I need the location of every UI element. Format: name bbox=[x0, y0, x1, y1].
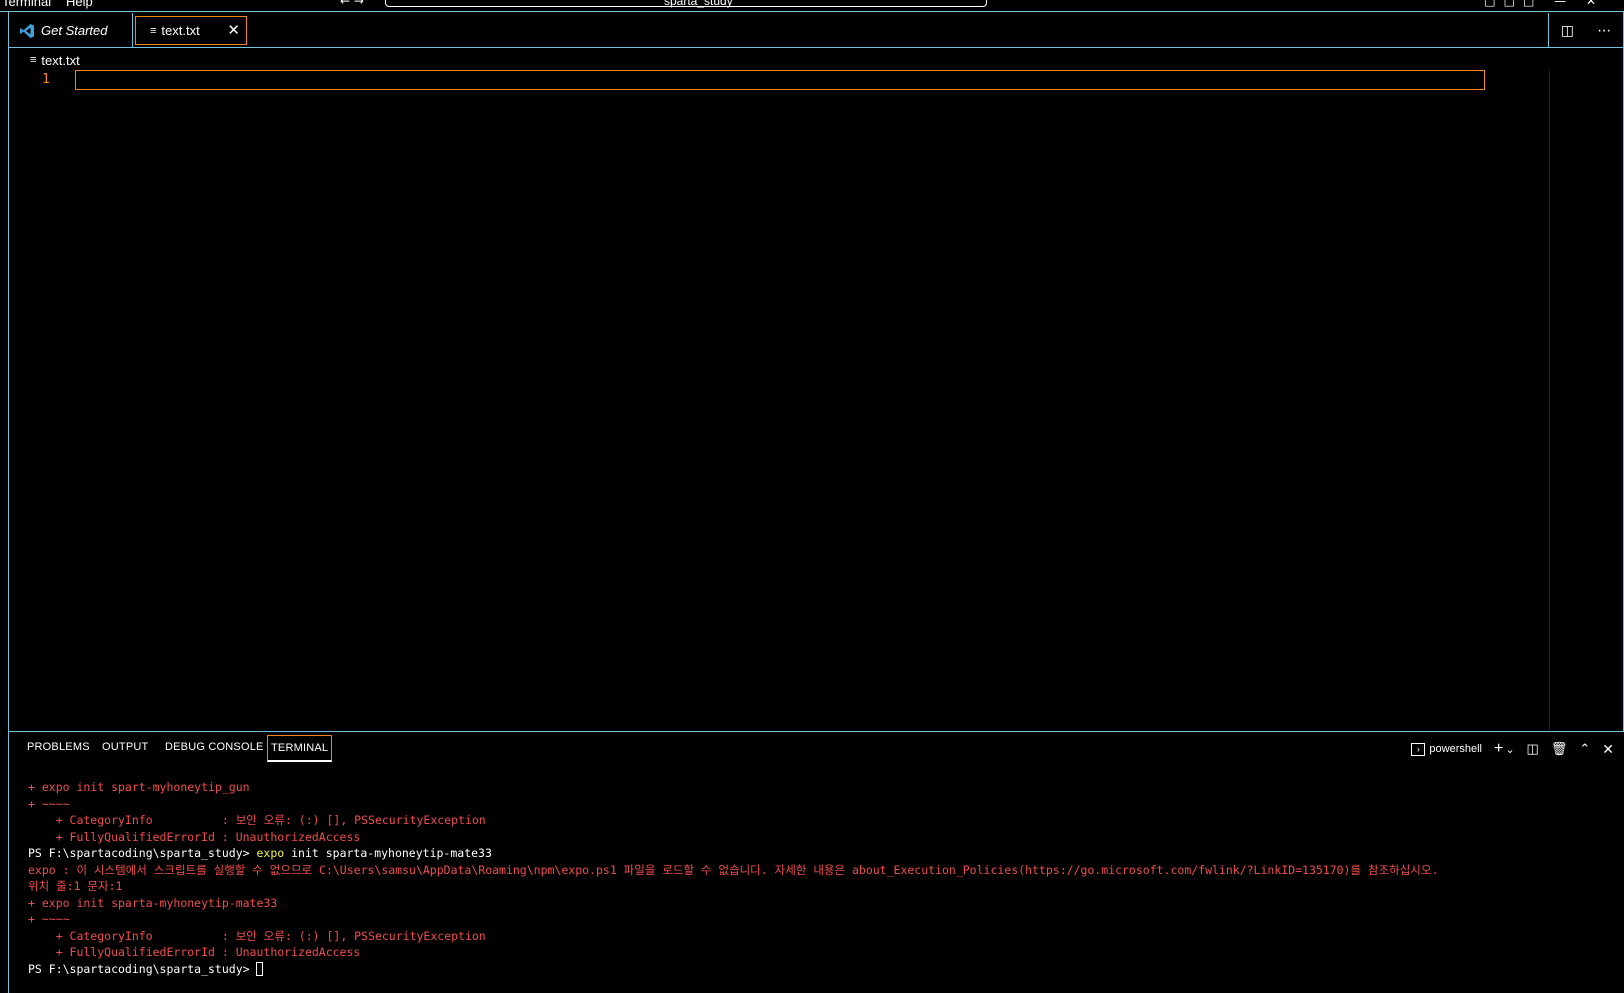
terminal-line: expo : 이 시스템에서 스크립트를 실행할 수 없으므로 C:\Users… bbox=[28, 862, 1439, 877]
menu-help[interactable]: Help bbox=[66, 0, 93, 9]
editor-actions: ◫ ⋯ bbox=[1548, 13, 1623, 48]
editor-area[interactable]: 1 bbox=[9, 70, 1623, 730]
command-center-label: sparta_study bbox=[664, 0, 733, 8]
current-line-highlight[interactable] bbox=[75, 70, 1485, 90]
vscode-logo-icon bbox=[20, 23, 34, 38]
close-panel-icon[interactable]: ✕ bbox=[1602, 741, 1614, 758]
terminal-output[interactable]: + expo init spart-myhoneytip_gun + ~~~~ +… bbox=[28, 779, 1618, 977]
terminal-line: PS F:\spartacoding\sparta_study> expo in… bbox=[28, 845, 1618, 862]
terminal-actions: › powershell + ⌄ ◫ 🗑 ⌃ ✕ bbox=[1411, 738, 1614, 760]
split-terminal-icon[interactable]: ◫ bbox=[1527, 741, 1539, 757]
terminal-prompt: PS F:\spartacoding\sparta_study> bbox=[28, 961, 257, 976]
terminal-line: + expo init sparta-myhoneytip-mate33 bbox=[28, 895, 278, 910]
menu-terminal[interactable]: Terminal bbox=[2, 0, 51, 9]
tab-output[interactable]: OUTPUT bbox=[102, 741, 148, 753]
terminal-args: init sparta-myhoneytip-mate33 bbox=[284, 846, 492, 860]
minimap-edge bbox=[1549, 70, 1550, 730]
breadcrumb[interactable]: ≡ text.txt bbox=[30, 50, 80, 70]
tab-debug-console[interactable]: DEBUG CONSOLE bbox=[165, 741, 264, 753]
split-editor-icon[interactable]: ◫ bbox=[1561, 23, 1574, 39]
terminal-line: + expo init spart-myhoneytip_gun bbox=[28, 780, 250, 794]
line-number: 1 bbox=[42, 72, 50, 87]
chevron-down-icon[interactable]: ⌄ bbox=[1505, 743, 1514, 756]
terminal-line: 위치 줄:1 문자:1 bbox=[28, 879, 123, 893]
trash-icon[interactable]: 🗑 bbox=[1551, 741, 1568, 757]
terminal-line: PS F:\spartacoding\sparta_study> bbox=[28, 961, 1618, 978]
more-actions-icon[interactable]: ⋯ bbox=[1597, 23, 1611, 39]
bottom-panel: PROBLEMS OUTPUT DEBUG CONSOLE TERMINAL ›… bbox=[9, 731, 1624, 993]
terminal-line: + ~~~~ bbox=[28, 796, 70, 811]
terminal-icon: › bbox=[1411, 742, 1426, 756]
terminal-line: + ~~~~ bbox=[28, 912, 70, 926]
terminal-prompt: PS F:\spartacoding\sparta_study> bbox=[28, 846, 257, 860]
terminal-line: + CategoryInfo : 보안 오류: (:) [], PSSecuri… bbox=[28, 928, 486, 943]
plus-icon[interactable]: + bbox=[1494, 740, 1503, 758]
close-icon[interactable]: ✕ bbox=[227, 21, 240, 39]
window-controls[interactable]: □□□ — ✕ bbox=[1484, 0, 1604, 8]
tab-label: Get Started bbox=[41, 23, 108, 38]
menu-bar: Terminal Help ← → sparta_study □□□ — ✕ bbox=[0, 0, 1624, 12]
command-center[interactable]: sparta_study bbox=[385, 0, 987, 8]
terminal-line: + CategoryInfo : 보안 오류: (:) [], PSSecuri… bbox=[28, 813, 486, 827]
terminal-selector[interactable]: › powershell bbox=[1411, 742, 1482, 756]
shell-label: powershell bbox=[1429, 742, 1482, 755]
editor-tab-bar: Get Started ≡ text.txt ✕ ◫ ⋯ bbox=[9, 13, 1623, 48]
terminal-line: + FullyQualifiedErrorId : UnauthorizedAc… bbox=[28, 945, 361, 959]
tab-text-txt[interactable]: ≡ text.txt ✕ bbox=[135, 16, 247, 45]
file-lines-icon: ≡ bbox=[150, 24, 157, 37]
tab-label: text.txt bbox=[161, 23, 200, 38]
tab-get-started[interactable]: Get Started bbox=[9, 13, 133, 48]
panel-tab-bar: PROBLEMS OUTPUT DEBUG CONSOLE TERMINAL ›… bbox=[9, 732, 1624, 766]
file-lines-icon: ≡ bbox=[30, 54, 37, 66]
chevron-up-icon[interactable]: ⌃ bbox=[1579, 741, 1590, 757]
terminal-line: + FullyQualifiedErrorId : UnauthorizedAc… bbox=[28, 829, 361, 844]
tab-terminal[interactable]: TERMINAL bbox=[267, 735, 333, 762]
tab-problems[interactable]: PROBLEMS bbox=[27, 741, 90, 753]
terminal-cursor bbox=[256, 962, 264, 976]
terminal-command: expo bbox=[256, 846, 285, 860]
nav-arrows-icon[interactable]: ← → bbox=[340, 0, 364, 8]
breadcrumb-file[interactable]: text.txt bbox=[41, 53, 79, 68]
